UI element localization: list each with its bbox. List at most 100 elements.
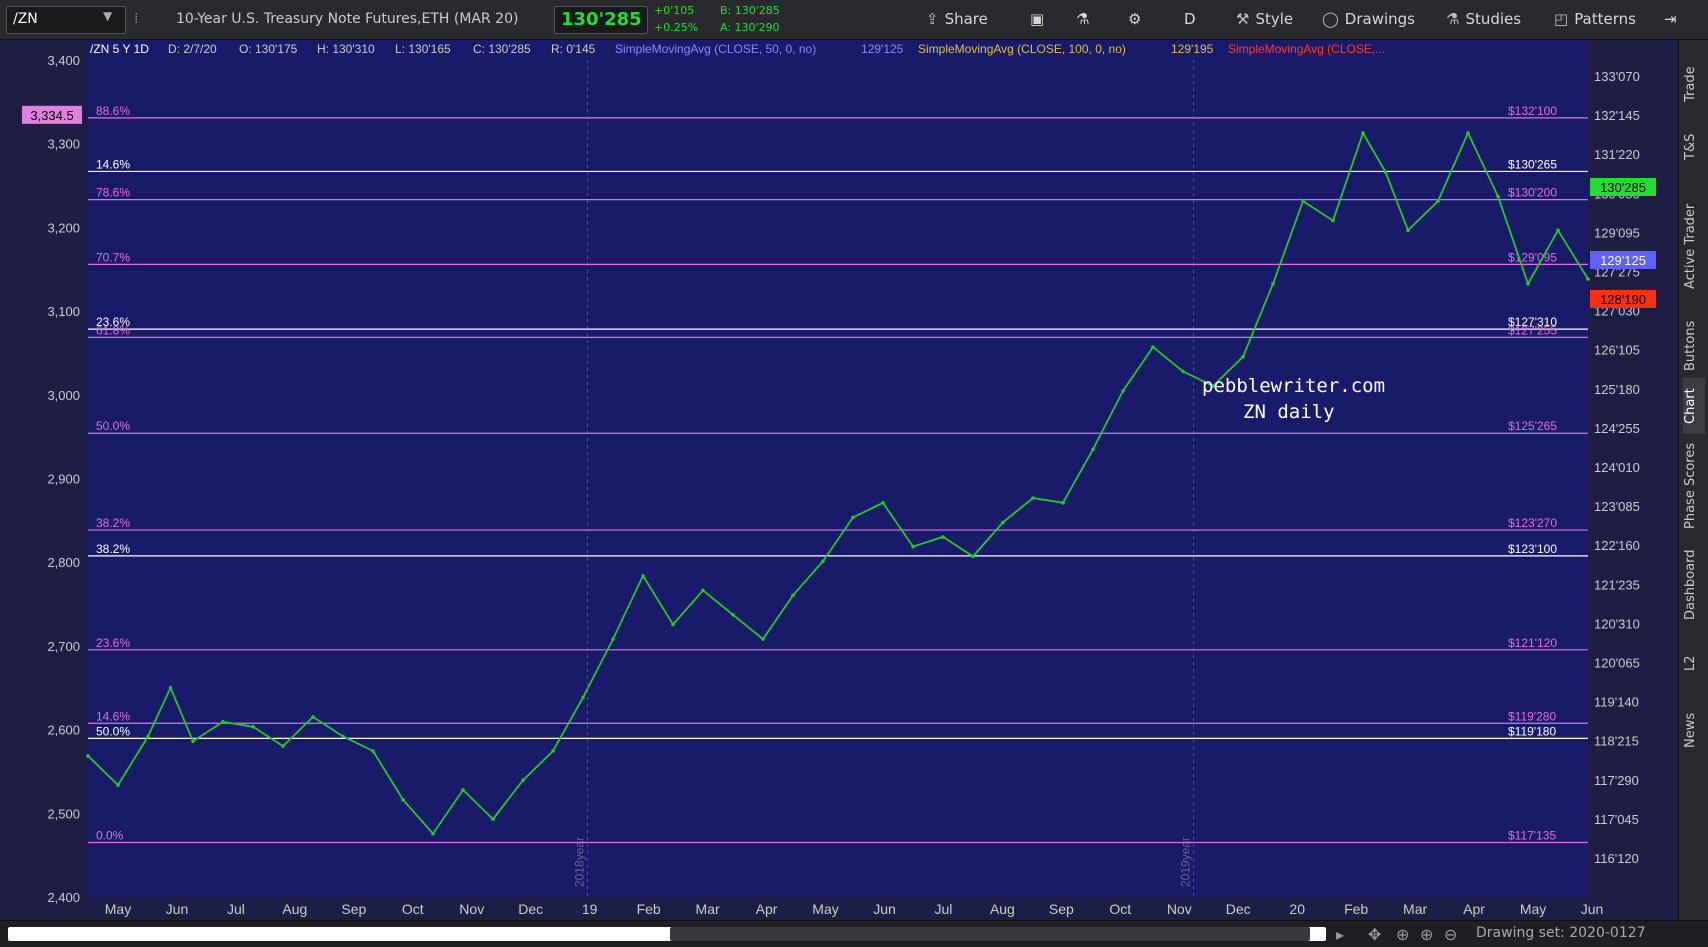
gear-icon[interactable]: ⚙ (1128, 10, 1141, 28)
symbol-text: /ZN (13, 11, 38, 27)
x-tick-label: Aug (990, 901, 1015, 917)
header-field: SimpleMovingAvg (CLOSE, 100, 0, no) (918, 42, 1126, 56)
patterns-button[interactable]: ◰ Patterns (1554, 10, 1636, 28)
price-point (1383, 170, 1388, 174)
side-tab-dashboard[interactable]: Dashboard (1683, 540, 1705, 630)
side-tab-trade[interactable]: Trade (1683, 60, 1705, 108)
side-tab-phase-scores[interactable]: Phase Scores (1683, 438, 1705, 534)
fib-percent-label: 88.6% (96, 104, 130, 118)
x-tick-label: Oct (1109, 901, 1131, 917)
header-field: 129'195 (1171, 42, 1214, 56)
price-point (86, 754, 90, 758)
fib-price-label: $123'270 (1508, 516, 1557, 530)
left-tick-label: 2,700 (47, 639, 80, 654)
flask-icon[interactable]: ⚗ (1076, 10, 1089, 28)
header-field: R: 0'145 (551, 42, 596, 56)
side-panel: Trade T&S Active Trader Buttons Chart Phase S… (1678, 40, 1708, 920)
price-point (1496, 194, 1500, 199)
price-point (731, 613, 735, 617)
price-point (521, 778, 525, 782)
fib-percent-label: 50.0% (96, 419, 130, 433)
side-tab-chart[interactable]: Chart (1683, 378, 1705, 434)
right-tick-label: 125'180 (1594, 382, 1640, 397)
chevron-down-icon[interactable]: ▼ (103, 9, 112, 23)
right-tick-label: 126'105 (1594, 343, 1640, 358)
drawings-button[interactable]: ◯ Drawings (1322, 10, 1415, 28)
price-point (168, 686, 173, 690)
x-tick-label: Jun (873, 901, 896, 917)
style-icon: ⚒ (1236, 10, 1250, 28)
fib-price-label: $129'095 (1508, 250, 1557, 264)
x-tick-label: May (1520, 901, 1546, 917)
price-point (791, 593, 795, 598)
header-field: 129'125 (861, 42, 904, 56)
right-tick-label: 129'095 (1594, 225, 1640, 240)
x-tick-label: Dec (1226, 901, 1251, 917)
x-tick-label: May (105, 901, 131, 917)
fib-price-label: $130'265 (1508, 157, 1557, 171)
right-tick-label: 116'120 (1594, 851, 1639, 866)
left-tick-label: 2,600 (47, 723, 80, 738)
x-tick-label: Mar (696, 901, 720, 917)
x-tick-label: Nov (459, 901, 484, 917)
bid-price: B: 130'285 (720, 4, 780, 17)
timeframe-button[interactable]: D (1184, 10, 1196, 28)
symbol-input[interactable]: /ZN ▼ (6, 6, 126, 34)
price-point (431, 831, 435, 836)
studies-button[interactable]: ⚗ Studies (1446, 10, 1521, 28)
price-point (911, 544, 915, 549)
x-tick-label: Apr (756, 901, 778, 917)
side-tab-t-s[interactable]: T&S (1683, 118, 1705, 176)
price-point (1361, 131, 1365, 135)
price-chart[interactable]: 2018year 2019year 88.6% $132'100 14.6% $130'… (0, 40, 1678, 920)
side-tab-l2[interactable]: L2 (1683, 640, 1705, 686)
right-tick-label: 122'160 (1594, 538, 1640, 553)
zoom-icon[interactable]: ⊕ (1420, 925, 1433, 944)
side-tab-active-trader[interactable]: Active Trader (1683, 186, 1705, 306)
x-tick-label: Apr (1463, 901, 1485, 917)
right-tick-label: 123'085 (1594, 499, 1640, 514)
price-point (1436, 199, 1440, 203)
header-field: L: 130'165 (395, 42, 451, 56)
scroll-right-icon[interactable]: ▸ (1336, 925, 1344, 944)
price-point (1031, 496, 1035, 500)
price-point (1301, 199, 1305, 203)
pan-icon[interactable]: ✥ (1368, 925, 1381, 944)
x-tick-label: Jul (934, 901, 952, 917)
bottom-bar: ▸ ✥ ⊕ ⊕ ⊖ Drawing set: 2020-0127 (0, 920, 1708, 947)
price-point (1331, 218, 1335, 223)
right-tick-label: 124'255 (1594, 421, 1640, 436)
style-button[interactable]: ⚒ Style (1236, 10, 1293, 28)
flask-icon: ⚗ (1446, 10, 1460, 28)
zoom-out-icon[interactable]: ⊖ (1444, 925, 1457, 944)
fib-percent-label: 14.6% (96, 709, 130, 723)
scrollbar-thumb[interactable] (670, 927, 1310, 941)
side-tab-buttons[interactable]: Buttons (1683, 318, 1705, 374)
left-axis-band (0, 40, 88, 897)
fib-percent-label: 14.6% (96, 157, 130, 171)
price-point (1121, 389, 1125, 393)
gear-icon[interactable]: ⁞ (134, 11, 138, 27)
share-button[interactable]: ⇪ Share (926, 10, 988, 28)
price-point (611, 637, 615, 641)
header-field: /ZN 5 Y 1D (90, 42, 149, 56)
price-point (851, 515, 855, 520)
price-point (371, 749, 375, 753)
header-field: SimpleMovingAvg (CLOSE, 50, 0, no) (615, 42, 816, 56)
x-tick-label: Jul (227, 901, 245, 917)
price-point (1556, 228, 1560, 233)
price-badge-label: 128'190 (1600, 292, 1646, 307)
x-tick-label: Feb (1344, 901, 1368, 917)
fib-price-label: $119'280 (1508, 709, 1556, 723)
collapse-icon[interactable]: ⇥ (1664, 10, 1677, 28)
price-badge-label: 130'285 (1600, 180, 1646, 195)
ask-price: A: 130'290 (720, 21, 780, 34)
right-tick-label: 124'010 (1594, 460, 1640, 475)
fib-price-label: $125'265 (1508, 419, 1557, 433)
plot-area (88, 40, 1588, 897)
screenshot-icon[interactable]: ▣ (1030, 10, 1044, 28)
x-tick-label: 19 (582, 901, 598, 917)
zoom-in-icon[interactable]: ⊕ (1396, 925, 1409, 944)
fib-percent-label: 23.6% (96, 636, 130, 650)
side-tab-news[interactable]: News (1683, 700, 1705, 760)
